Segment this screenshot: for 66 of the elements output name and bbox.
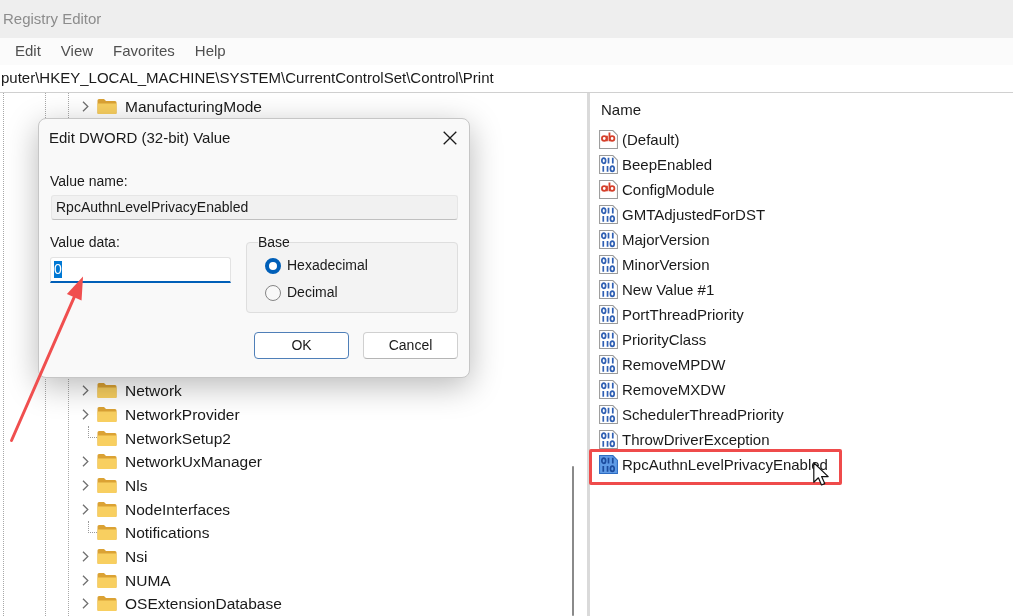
folder-icon	[97, 547, 117, 565]
value-name-field[interactable]: RpcAuthnLevelPrivacyEnabled	[51, 195, 458, 220]
menu-item[interactable]: View	[50, 38, 104, 65]
folder-icon	[97, 524, 117, 542]
chevron-icon[interactable]	[82, 409, 89, 421]
radio-label[interactable]: Decimal	[287, 282, 338, 303]
value-item[interactable]: RemoveMPDW	[590, 354, 729, 374]
tree-item[interactable]: NUMA	[69, 568, 174, 592]
group-label: Base	[258, 233, 290, 251]
chevron-icon[interactable]	[82, 574, 89, 586]
folder-icon	[97, 571, 117, 589]
folder-icon	[97, 382, 117, 400]
menu-item[interactable]: Help	[184, 38, 236, 65]
folder-icon	[97, 98, 117, 116]
field-label: Value name:	[50, 172, 129, 190]
chevron-icon[interactable]	[82, 456, 89, 468]
value-item[interactable]: RpcAuthnLevelPrivacyEnabled	[590, 454, 831, 474]
close-icon	[443, 131, 457, 145]
tree-item[interactable]: Nsi	[69, 544, 151, 569]
tree-item[interactable]: ManufacturingMode	[69, 95, 265, 119]
chevron-icon[interactable]	[82, 503, 89, 515]
menu-item[interactable]: Favorites	[103, 38, 185, 65]
radio-button[interactable]	[265, 284, 281, 301]
chevron-icon[interactable]	[82, 480, 89, 491]
tree-item[interactable]: NetworkProvider	[69, 402, 243, 427]
value-item[interactable]: BeepEnabled	[590, 154, 716, 174]
tree-item[interactable]: NetworkSetup2	[69, 426, 234, 450]
value-item[interactable]: PriorityClass	[590, 329, 710, 349]
folder-icon	[97, 595, 117, 613]
tree-item[interactable]: OSExtensionDatabase	[69, 591, 285, 616]
field-label: Value data:	[50, 233, 121, 251]
folder-icon	[97, 500, 117, 518]
folder-icon	[97, 477, 117, 494]
value-item[interactable]: ThrowDriverException	[590, 429, 773, 449]
window-title: Registry Editor	[2, 8, 102, 29]
menu-item[interactable]: Edit	[5, 38, 51, 65]
dialog-button[interactable]: OK	[254, 332, 349, 359]
value-data-field[interactable]: 0	[50, 257, 231, 283]
close-button[interactable]	[442, 130, 458, 146]
column-header[interactable]: Name	[590, 93, 1013, 127]
value-item[interactable]: MinorVersion	[590, 254, 713, 274]
value-item[interactable]: PortThreadPriority	[590, 304, 747, 324]
value-item[interactable]: GMTAdjustedForDST	[590, 204, 769, 224]
value-item[interactable]: SchedulerThreadPriority	[590, 404, 787, 424]
tree-item[interactable]: Network	[69, 379, 185, 403]
chevron-icon[interactable]	[82, 550, 89, 562]
radio-label[interactable]: Hexadecimal	[287, 255, 368, 276]
value-item[interactable]: New Value #1	[590, 279, 718, 299]
dialog-title: Edit DWORD (32-bit) Value	[49, 127, 231, 148]
chevron-icon[interactable]	[82, 598, 89, 610]
folder-icon	[97, 429, 117, 447]
value-item[interactable]: (Default)	[590, 129, 683, 149]
chevron-icon[interactable]	[82, 101, 89, 113]
tree-item[interactable]: Nls	[69, 473, 151, 498]
tree-item[interactable]: NodeInterfaces	[69, 497, 234, 521]
chevron-icon[interactable]	[82, 385, 89, 397]
folder-icon	[97, 453, 117, 471]
tree-item[interactable]: Notifications	[69, 521, 213, 545]
tree-item[interactable]: NetworkUxManager	[69, 450, 265, 474]
value-item[interactable]: RemoveMXDW	[590, 379, 729, 399]
radio-button[interactable]	[265, 257, 281, 274]
dialog-button[interactable]: Cancel	[363, 332, 458, 359]
folder-icon	[97, 406, 117, 424]
value-item[interactable]: MajorVersion	[590, 229, 713, 249]
value-item[interactable]: ConfigModule	[590, 179, 718, 199]
scrollbar-thumb[interactable]	[572, 466, 574, 616]
